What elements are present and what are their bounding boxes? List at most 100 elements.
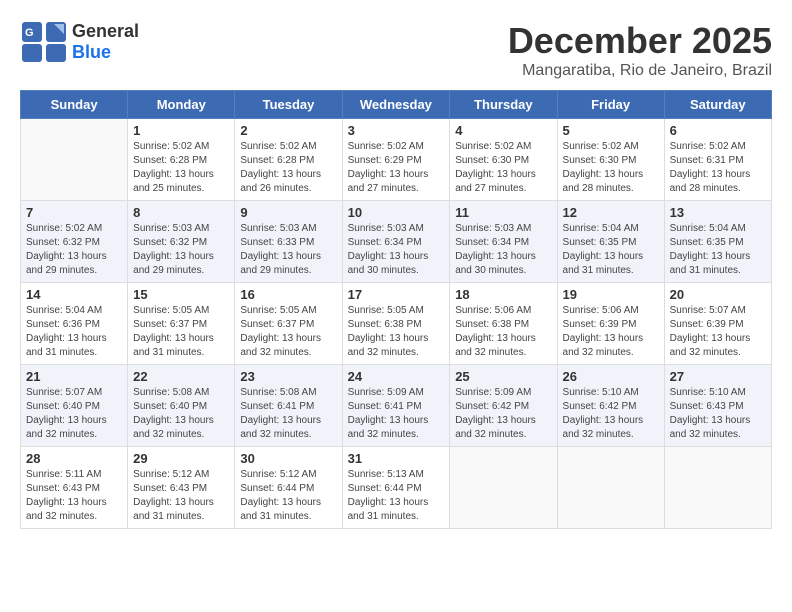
calendar-cell: 16 Sunrise: 5:05 AMSunset: 6:37 PMDayligh… [235, 283, 342, 365]
day-info: Sunrise: 5:02 AMSunset: 6:31 PMDaylight:… [670, 140, 766, 196]
title-area: December 2025 Mangaratiba, Rio de Janeir… [508, 20, 772, 80]
calendar-cell: 23Sunrise: 5:08 AMSunset: 6:41 PMDayligh… [235, 365, 342, 447]
calendar-cell: 27 Sunrise: 5:10 AMSunset: 6:43 PMDayligh… [664, 365, 771, 447]
day-number: 22 [133, 369, 229, 384]
calendar-cell: 11 Sunrise: 5:03 AMSunset: 6:34 PMDayligh… [450, 201, 557, 283]
day-number: 29 [133, 451, 229, 466]
calendar-cell: 26 Sunrise: 5:10 AMSunset: 6:42 PMDayligh… [557, 365, 664, 447]
calendar-cell: 24 Sunrise: 5:09 AMSunset: 6:41 PMDayligh… [342, 365, 450, 447]
calendar-table: SundayMondayTuesdayWednesdayThursdayFrid… [20, 90, 772, 529]
location-subtitle: Mangaratiba, Rio de Janeiro, Brazil [508, 62, 772, 80]
calendar-cell: 1 Sunrise: 5:02 AMSunset: 6:28 PMDaylight… [128, 119, 235, 201]
day-number: 6 [670, 123, 766, 138]
logo-blue: Blue [72, 42, 111, 62]
day-number: 19 [563, 287, 659, 302]
week-row-2: 7 Sunrise: 5:02 AMSunset: 6:32 PMDaylight… [21, 201, 772, 283]
day-info: Sunrise: 5:02 AMSunset: 6:30 PMDaylight:… [563, 140, 659, 196]
calendar-cell: 7 Sunrise: 5:02 AMSunset: 6:32 PMDaylight… [21, 201, 128, 283]
day-number: 25 [455, 369, 551, 384]
calendar-cell: 30Sunrise: 5:12 AMSunset: 6:44 PMDayligh… [235, 447, 342, 529]
day-info: Sunrise: 5:09 AMSunset: 6:41 PMDaylight:… [348, 386, 445, 442]
day-number: 17 [348, 287, 445, 302]
calendar-cell: 22 Sunrise: 5:08 AMSunset: 6:40 PMDayligh… [128, 365, 235, 447]
weekday-header-thursday: Thursday [450, 91, 557, 119]
day-info: Sunrise: 5:03 AMSunset: 6:34 PMDaylight:… [348, 222, 445, 278]
day-number: 21 [26, 369, 122, 384]
day-number: 15 [133, 287, 229, 302]
day-info: Sunrise: 5:02 AMSunset: 6:28 PMDaylight:… [133, 140, 229, 196]
calendar-cell: 3Sunrise: 5:02 AMSunset: 6:29 PMDaylight… [342, 119, 450, 201]
calendar-cell: 17 Sunrise: 5:05 AMSunset: 6:38 PMDayligh… [342, 283, 450, 365]
day-number: 13 [670, 205, 766, 220]
day-number: 26 [563, 369, 659, 384]
day-info: Sunrise: 5:10 AMSunset: 6:43 PMDaylight:… [670, 386, 766, 442]
calendar-cell: 5 Sunrise: 5:02 AMSunset: 6:30 PMDaylight… [557, 119, 664, 201]
calendar-cell: 9 Sunrise: 5:03 AMSunset: 6:33 PMDaylight… [235, 201, 342, 283]
day-number: 14 [26, 287, 122, 302]
week-row-5: 28Sunrise: 5:11 AMSunset: 6:43 PMDayligh… [21, 447, 772, 529]
calendar-cell: 13Sunrise: 5:04 AMSunset: 6:35 PMDayligh… [664, 201, 771, 283]
calendar-cell: 19 Sunrise: 5:06 AMSunset: 6:39 PMDayligh… [557, 283, 664, 365]
calendar-cell: 2Sunrise: 5:02 AMSunset: 6:28 PMDaylight… [235, 119, 342, 201]
logo: G General Blue [20, 20, 139, 64]
day-info: Sunrise: 5:03 AMSunset: 6:34 PMDaylight:… [455, 222, 551, 278]
day-number: 28 [26, 451, 122, 466]
day-number: 9 [240, 205, 336, 220]
day-info: Sunrise: 5:06 AMSunset: 6:38 PMDaylight:… [455, 304, 551, 360]
day-number: 7 [26, 205, 122, 220]
day-number: 11 [455, 205, 551, 220]
logo-icon: G [20, 20, 68, 64]
week-row-1: 1 Sunrise: 5:02 AMSunset: 6:28 PMDaylight… [21, 119, 772, 201]
page-header: G General Blue December 2025 Mangaratiba… [20, 20, 772, 80]
day-info: Sunrise: 5:08 AMSunset: 6:41 PMDaylight:… [240, 386, 336, 442]
calendar-cell: 14 Sunrise: 5:04 AMSunset: 6:36 PMDayligh… [21, 283, 128, 365]
day-info: Sunrise: 5:04 AMSunset: 6:36 PMDaylight:… [26, 304, 122, 360]
weekday-header-monday: Monday [128, 91, 235, 119]
day-info: Sunrise: 5:03 AMSunset: 6:32 PMDaylight:… [133, 222, 229, 278]
day-number: 31 [348, 451, 445, 466]
day-info: Sunrise: 5:10 AMSunset: 6:42 PMDaylight:… [563, 386, 659, 442]
weekday-header-row: SundayMondayTuesdayWednesdayThursdayFrid… [21, 91, 772, 119]
day-info: Sunrise: 5:02 AMSunset: 6:32 PMDaylight:… [26, 222, 122, 278]
day-info: Sunrise: 5:04 AMSunset: 6:35 PMDaylight:… [563, 222, 659, 278]
day-number: 1 [133, 123, 229, 138]
day-info: Sunrise: 5:07 AMSunset: 6:40 PMDaylight:… [26, 386, 122, 442]
calendar-cell [21, 119, 128, 201]
day-number: 24 [348, 369, 445, 384]
week-row-4: 21 Sunrise: 5:07 AMSunset: 6:40 PMDayligh… [21, 365, 772, 447]
week-row-3: 14 Sunrise: 5:04 AMSunset: 6:36 PMDayligh… [21, 283, 772, 365]
day-number: 18 [455, 287, 551, 302]
calendar-cell: 21 Sunrise: 5:07 AMSunset: 6:40 PMDayligh… [21, 365, 128, 447]
calendar-cell: 29Sunrise: 5:12 AMSunset: 6:43 PMDayligh… [128, 447, 235, 529]
day-number: 5 [563, 123, 659, 138]
svg-text:G: G [25, 27, 34, 39]
day-info: Sunrise: 5:07 AMSunset: 6:39 PMDaylight:… [670, 304, 766, 360]
calendar-cell: 31Sunrise: 5:13 AMSunset: 6:44 PMDayligh… [342, 447, 450, 529]
calendar-cell: 12 Sunrise: 5:04 AMSunset: 6:35 PMDayligh… [557, 201, 664, 283]
weekday-header-tuesday: Tuesday [235, 91, 342, 119]
calendar-cell: 10Sunrise: 5:03 AMSunset: 6:34 PMDayligh… [342, 201, 450, 283]
calendar-cell: 6 Sunrise: 5:02 AMSunset: 6:31 PMDaylight… [664, 119, 771, 201]
calendar-cell [664, 447, 771, 529]
month-title: December 2025 [508, 20, 772, 62]
calendar-cell: 18 Sunrise: 5:06 AMSunset: 6:38 PMDayligh… [450, 283, 557, 365]
day-number: 27 [670, 369, 766, 384]
day-info: Sunrise: 5:08 AMSunset: 6:40 PMDaylight:… [133, 386, 229, 442]
day-number: 30 [240, 451, 336, 466]
day-number: 16 [240, 287, 336, 302]
day-info: Sunrise: 5:09 AMSunset: 6:42 PMDaylight:… [455, 386, 551, 442]
calendar-cell: 20Sunrise: 5:07 AMSunset: 6:39 PMDayligh… [664, 283, 771, 365]
day-info: Sunrise: 5:02 AMSunset: 6:30 PMDaylight:… [455, 140, 551, 196]
calendar-cell: 8Sunrise: 5:03 AMSunset: 6:32 PMDaylight… [128, 201, 235, 283]
calendar-cell [450, 447, 557, 529]
day-info: Sunrise: 5:05 AMSunset: 6:37 PMDaylight:… [240, 304, 336, 360]
day-info: Sunrise: 5:05 AMSunset: 6:38 PMDaylight:… [348, 304, 445, 360]
day-info: Sunrise: 5:06 AMSunset: 6:39 PMDaylight:… [563, 304, 659, 360]
day-info: Sunrise: 5:03 AMSunset: 6:33 PMDaylight:… [240, 222, 336, 278]
logo-text: General Blue [72, 21, 139, 63]
calendar-cell: 4Sunrise: 5:02 AMSunset: 6:30 PMDaylight… [450, 119, 557, 201]
calendar-cell: 15Sunrise: 5:05 AMSunset: 6:37 PMDayligh… [128, 283, 235, 365]
logo-general: General [72, 21, 139, 41]
day-number: 12 [563, 205, 659, 220]
calendar-cell [557, 447, 664, 529]
